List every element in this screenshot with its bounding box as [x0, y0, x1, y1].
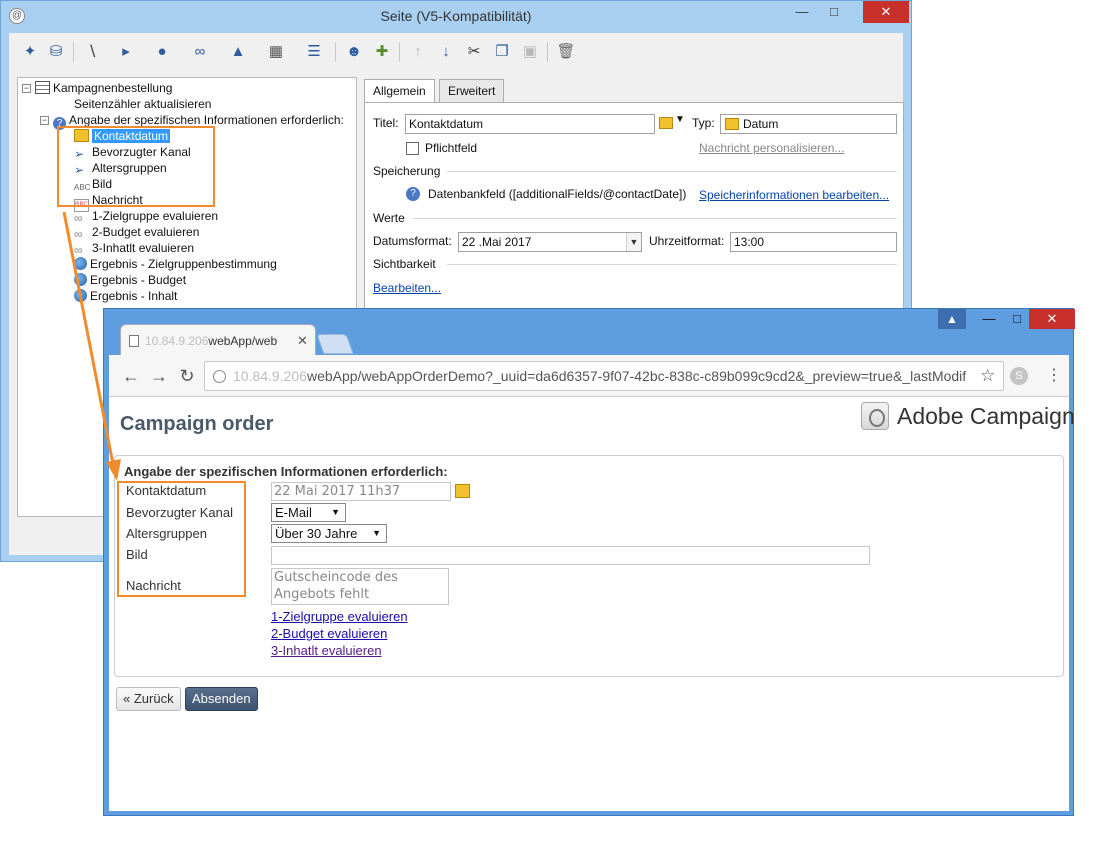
annotation-arrow [62, 211, 121, 481]
